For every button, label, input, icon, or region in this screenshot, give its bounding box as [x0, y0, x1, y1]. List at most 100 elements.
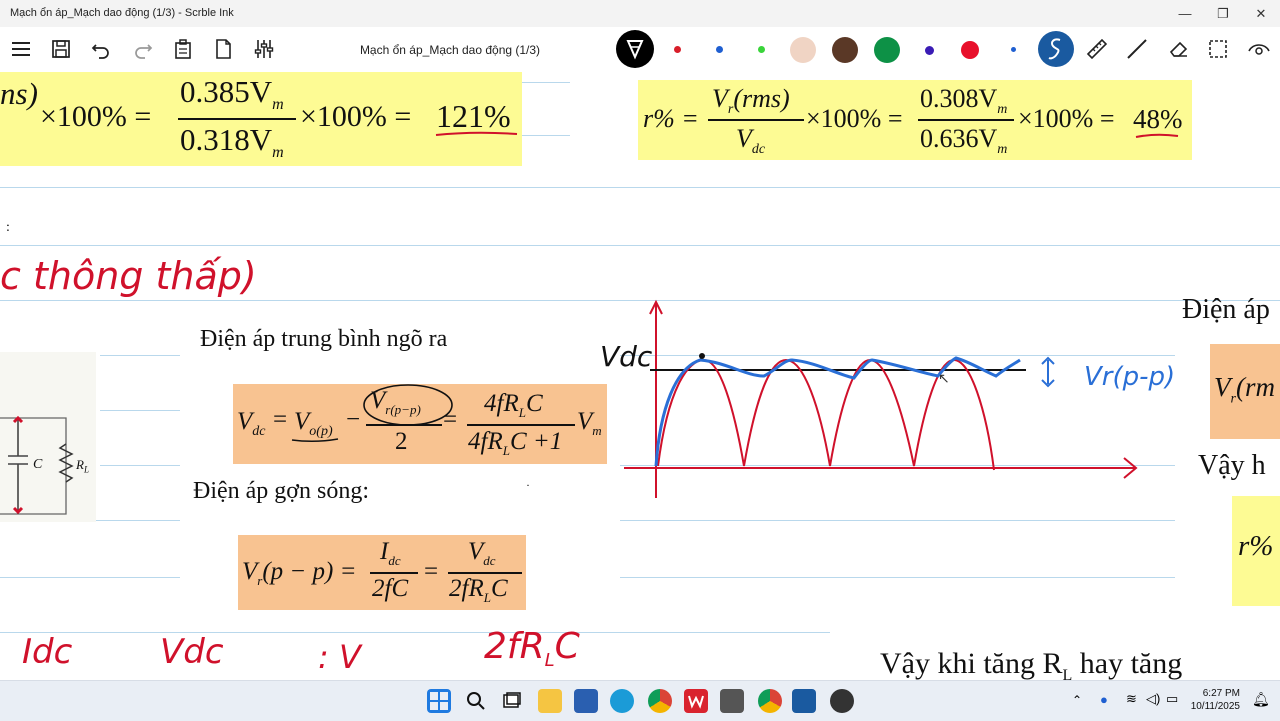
ruled-line — [0, 245, 1280, 246]
wifi-icon[interactable]: ≋ — [1126, 691, 1137, 707]
app-icon[interactable] — [830, 689, 854, 713]
undo-icon[interactable] — [88, 36, 114, 62]
pen-color-red-small[interactable] — [674, 46, 681, 53]
notification-bell-icon[interactable]: 🔔︎ — [1252, 691, 1270, 708]
window-title: Mạch ổn áp_Mạch dao động (1/3) - Scrble … — [10, 7, 234, 19]
wps-icon[interactable] — [684, 689, 708, 713]
formula-numerator-2: 0.308Vm — [920, 84, 1008, 118]
phone-link-icon[interactable] — [720, 689, 744, 713]
pen-tool-button[interactable] — [616, 30, 654, 68]
view-icon[interactable] — [1246, 36, 1272, 62]
pen-color-red-large[interactable] — [961, 41, 979, 59]
windows-start-icon[interactable] — [427, 689, 451, 713]
select-tool-icon[interactable] — [1205, 36, 1231, 62]
handwritten-vdc: Vdc — [160, 632, 224, 672]
lasso-pen-button[interactable] — [1038, 31, 1074, 67]
capacitor-label: C — [33, 457, 43, 472]
highlighter-peach[interactable] — [790, 37, 816, 63]
minimize-button[interactable]: — — [1166, 0, 1204, 27]
formula-lhs: r% = — [643, 104, 699, 133]
task-view-icon[interactable] — [500, 689, 524, 713]
pen-nib-icon — [626, 40, 644, 60]
clipboard-icon[interactable] — [170, 36, 196, 62]
lasso-pen-icon — [1048, 38, 1061, 60]
ink-circle — [363, 384, 453, 426]
fraction-bar — [918, 119, 1014, 121]
search-icon[interactable] — [464, 689, 488, 713]
redo-icon[interactable] — [130, 36, 156, 62]
clock[interactable]: 6:27 PM 10/11/2025 — [1191, 687, 1240, 713]
stray-dots: : — [6, 220, 10, 235]
handwritten-2frc: 2fRLC — [484, 626, 580, 672]
taskbar: ⌃ ● ≋ ◁) ▭ 6:27 PM 10/11/2025 🔔︎ — [0, 680, 1280, 721]
battery-icon[interactable]: ▭ — [1166, 691, 1178, 707]
heading-voltage-right: Điện áp — [1182, 294, 1270, 325]
chrome-icon[interactable] — [648, 689, 672, 713]
store-icon[interactable] — [574, 689, 598, 713]
vr-rms-term: Vr(rm — [1214, 372, 1275, 407]
edge-icon[interactable] — [610, 689, 634, 713]
highlighter-brown[interactable] — [832, 37, 858, 63]
ripple-lhs: Vr(p − p) = — [242, 558, 357, 588]
pen-color-purple[interactable] — [925, 46, 934, 55]
maximize-button[interactable]: ❐ — [1204, 0, 1242, 27]
fraction-bar — [178, 118, 296, 120]
ripple-den1: 2fC — [372, 575, 409, 602]
chrome-profile-icon[interactable] — [758, 689, 782, 713]
equals-sign: = — [273, 406, 288, 433]
pen-color-blue-small[interactable] — [716, 46, 723, 53]
document-title: Mạch ổn áp_Mạch dao động (1/3) — [359, 43, 541, 57]
menu-icon[interactable] — [8, 36, 34, 62]
heading-ripple-voltage: Điện áp gợn sóng: — [193, 478, 370, 504]
volume-icon[interactable]: ◁) — [1146, 691, 1160, 707]
ink-canvas[interactable]: ns) ×100% = 0.385Vm 0.318Vm ×100% = 121%… — [0, 72, 1280, 680]
file-explorer-icon[interactable] — [538, 689, 562, 713]
conclusion-text-right: Vậy h — [1198, 450, 1266, 481]
minus-sign: − — [346, 406, 361, 433]
formula-numerator: 0.385Vm — [180, 74, 284, 114]
ripple-waveform-sketch — [624, 299, 1138, 498]
formula-times100-2: ×100% = — [1018, 104, 1115, 133]
rc-circuit-diagram — [0, 352, 96, 522]
chevron-up-icon[interactable]: ⌃ — [1072, 693, 1082, 707]
ruler-icon[interactable] — [1084, 36, 1110, 62]
gain-denominator: 4fRLC +1 — [468, 428, 563, 458]
ruled-line — [100, 465, 180, 466]
scrble-ink-icon[interactable] — [792, 689, 816, 713]
settings-sliders-icon[interactable] — [251, 36, 277, 62]
mouse-cursor: ↖ — [938, 370, 950, 386]
handwritten-title: c thông thấp) — [0, 254, 257, 298]
ruled-line — [620, 577, 1175, 578]
formula-numerator: Vr(rms) — [712, 84, 790, 118]
r-pct-term: r% — [1238, 530, 1274, 562]
equals-sign-2: = — [443, 406, 458, 433]
formula-times100: ×100% = — [806, 104, 903, 133]
vdc-lhs: Vdc — [237, 408, 266, 439]
conclusion-text-bottom: Vậy khi tăng RL hay tăng — [880, 647, 1183, 680]
ruled-line — [100, 410, 180, 411]
close-button[interactable]: ✕ — [1242, 0, 1280, 27]
formula-result: 48% — [1133, 104, 1183, 134]
handwritten-v: : V — [318, 638, 361, 676]
pen-color-blue-tiny[interactable] — [1011, 47, 1016, 52]
save-icon[interactable] — [48, 36, 74, 62]
toolbar: Mạch ổn áp_Mạch dao động (1/3) — [0, 27, 1280, 72]
pen-color-green-small[interactable] — [758, 46, 765, 53]
red-underline — [1135, 133, 1179, 138]
clock-time: 6:27 PM — [1202, 688, 1240, 699]
fraction-bar — [708, 119, 804, 121]
formula-times100: ×100% = — [40, 100, 152, 133]
ripple-den2: 2fRLC — [449, 575, 508, 605]
eraser-icon[interactable] — [1165, 36, 1191, 62]
red-underline — [435, 131, 518, 136]
highlighter-green[interactable] — [874, 37, 900, 63]
formula-denominator: 0.318Vm — [180, 122, 284, 162]
formula-denominator-2: 0.636Vm — [920, 124, 1008, 158]
fraction-bar — [448, 572, 522, 574]
new-page-icon[interactable] — [210, 36, 236, 62]
fraction-bar — [370, 572, 418, 574]
handwritten-idc: Idc — [22, 632, 73, 672]
microphone-icon[interactable]: ● — [1100, 692, 1108, 707]
line-tool-icon[interactable] — [1124, 36, 1150, 62]
ruled-line — [0, 632, 830, 633]
